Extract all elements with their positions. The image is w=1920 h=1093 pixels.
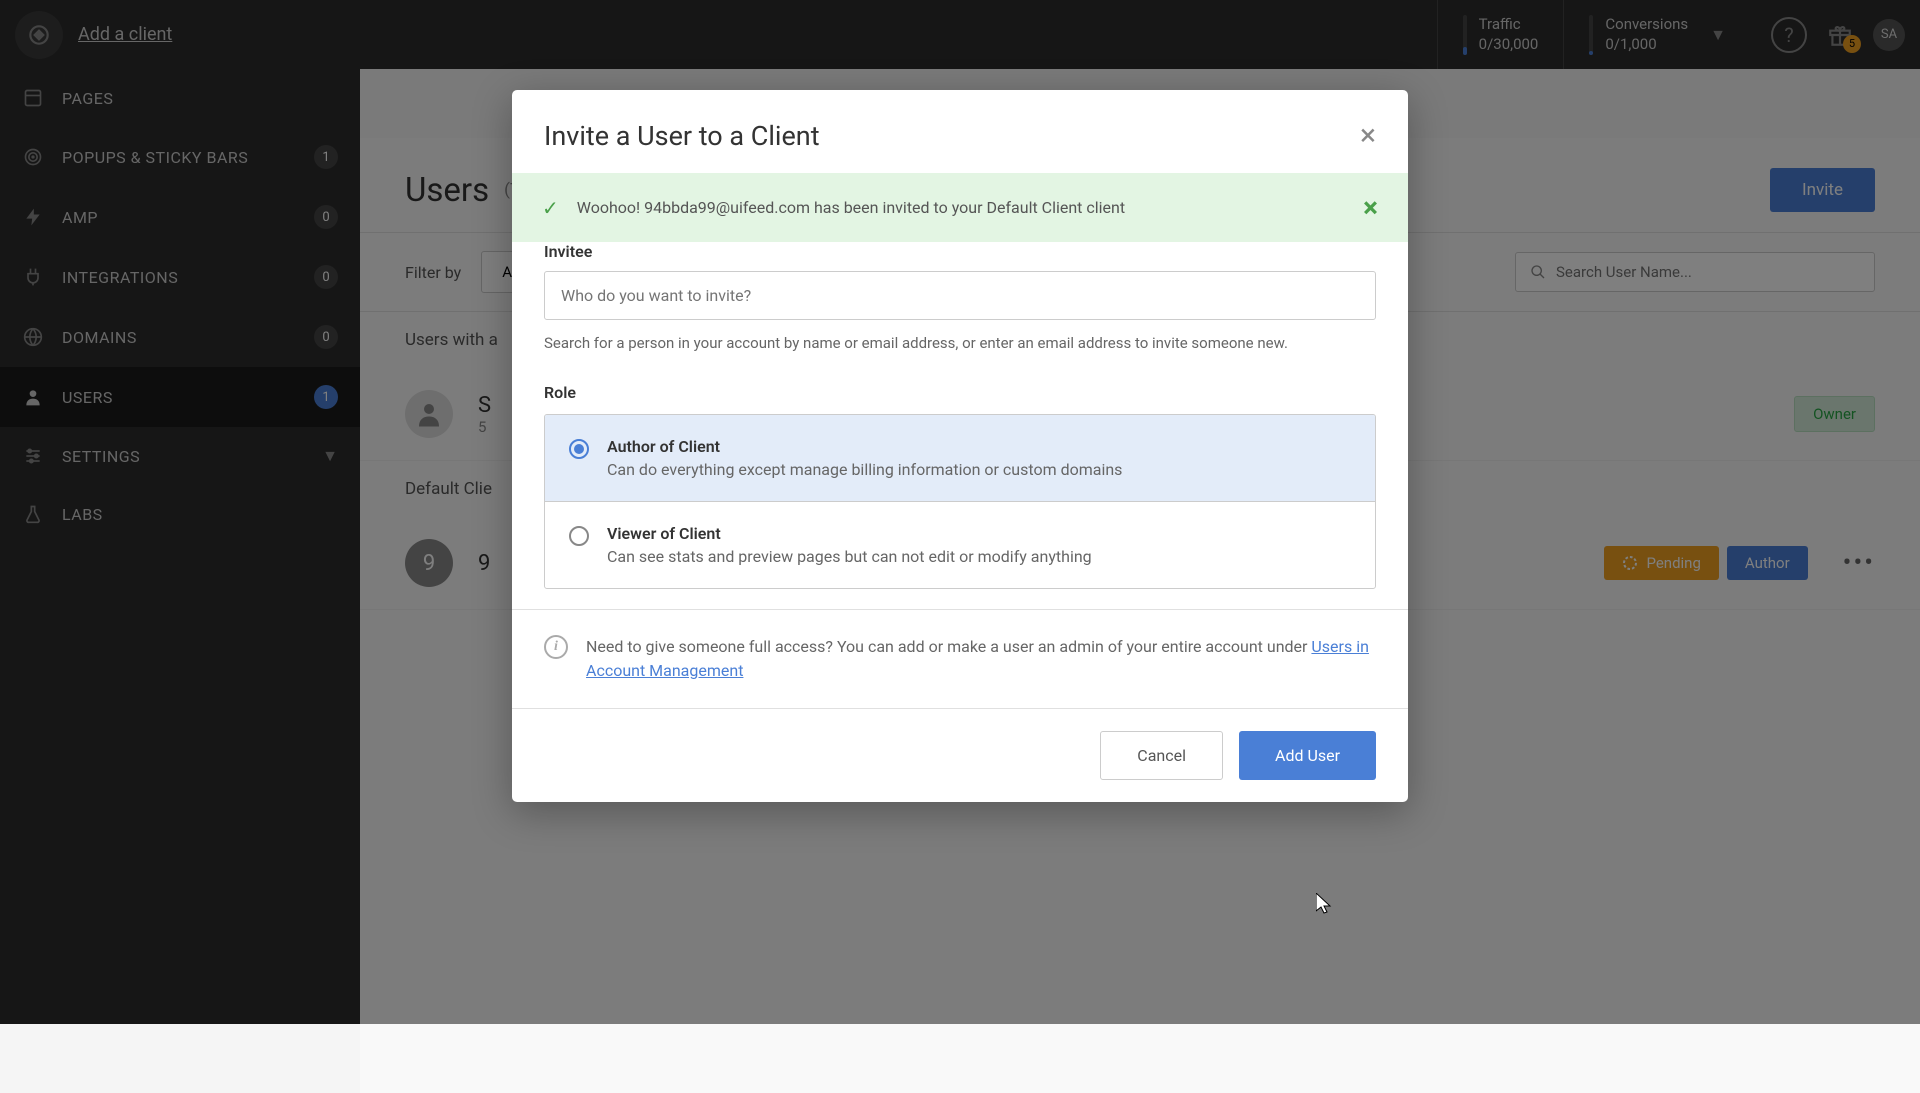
- success-banner: ✓ Woohoo! 94bbda99@uifeed.com has been i…: [512, 173, 1408, 242]
- invitee-input[interactable]: [544, 271, 1376, 320]
- radio-icon: [569, 526, 589, 546]
- info-section: i Need to give someone full access? You …: [512, 609, 1408, 708]
- role-title: Author of Client: [607, 437, 1122, 456]
- role-label: Role: [544, 383, 1376, 402]
- role-option-author[interactable]: Author of Client Can do everything excep…: [545, 415, 1375, 501]
- invite-user-dialog: Invite a User to a Client × ✓ Woohoo! 94…: [512, 90, 1408, 802]
- radio-icon: [569, 439, 589, 459]
- invitee-hint: Search for a person in your account by n…: [544, 332, 1376, 355]
- info-icon: i: [544, 635, 568, 659]
- dialog-title: Invite a User to a Client: [544, 120, 820, 152]
- dismiss-banner-button[interactable]: ×: [1363, 191, 1378, 224]
- role-description: Can do everything except manage billing …: [607, 460, 1122, 479]
- check-icon: ✓: [542, 196, 559, 220]
- dialog-header: Invite a User to a Client ×: [512, 90, 1408, 173]
- dialog-footer: Cancel Add User: [512, 708, 1408, 802]
- add-user-button[interactable]: Add User: [1239, 731, 1376, 780]
- role-options: Author of Client Can do everything excep…: [544, 414, 1376, 589]
- role-option-viewer[interactable]: Viewer of Client Can see stats and previ…: [545, 501, 1375, 588]
- close-button[interactable]: ×: [1360, 118, 1376, 153]
- invitee-label: Invitee: [544, 242, 1376, 261]
- info-text: Need to give someone full access? You ca…: [586, 635, 1376, 683]
- cancel-button[interactable]: Cancel: [1100, 731, 1223, 780]
- role-description: Can see stats and preview pages but can …: [607, 547, 1092, 566]
- role-title: Viewer of Client: [607, 524, 1092, 543]
- success-message: Woohoo! 94bbda99@uifeed.com has been inv…: [577, 198, 1345, 217]
